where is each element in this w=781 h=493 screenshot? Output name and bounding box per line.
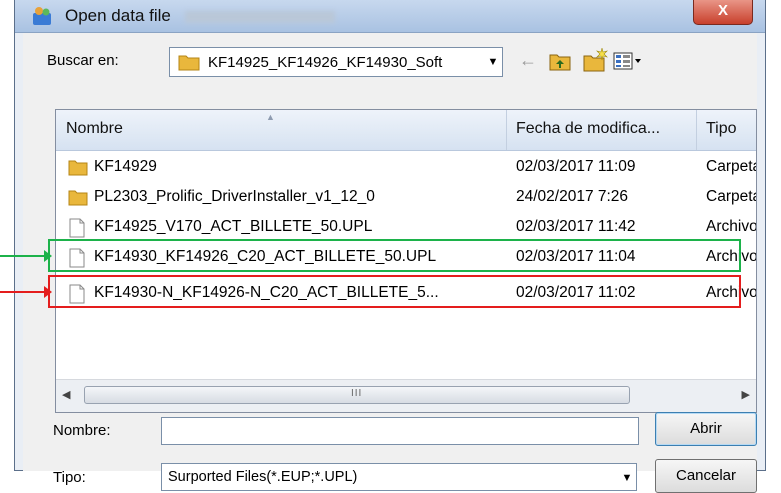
open-file-dialog: Open data file X Buscar en: KF14925_KF14… [14, 0, 766, 493]
green-arrow-icon [0, 250, 52, 262]
lookin-dropdown[interactable]: KF14925_KF14926_KF14930_Soft ▼ [169, 47, 503, 77]
scroll-right-icon[interactable]: ▶ [742, 388, 750, 401]
filetype-dropdown[interactable]: Surported Files(*.EUP;*.UPL) ▼ [161, 463, 637, 491]
scroll-left-icon[interactable]: ◀ [62, 388, 70, 401]
sort-arrow-icon: ▲ [266, 112, 275, 122]
column-header-type[interactable]: Tipo [706, 120, 737, 138]
close-icon: X [717, 2, 728, 19]
blurred-title-suffix [184, 10, 335, 23]
scrollbar-thumb[interactable]: III [84, 386, 630, 404]
lookin-label: Buscar en: [47, 52, 119, 69]
view-menu-icon[interactable] [613, 52, 643, 70]
list-item[interactable]: PL2303_Prolific_DriverInstaller_v1_12_0 … [56, 183, 757, 213]
folder-icon [68, 160, 88, 176]
up-folder-icon[interactable] [549, 51, 571, 71]
back-arrow-icon[interactable]: ← [519, 50, 537, 71]
filename-input[interactable] [161, 417, 639, 445]
folder-icon [68, 190, 88, 206]
folder-icon [178, 55, 200, 71]
title-bar[interactable]: Open data file X [15, 0, 765, 33]
highlight-box-red [48, 275, 741, 308]
highlight-box-green [48, 239, 741, 272]
red-arrow-icon [0, 286, 52, 298]
file-type: Carpeta [706, 158, 757, 175]
column-header-name[interactable]: Nombre [66, 120, 123, 138]
open-button[interactable]: Abrir [655, 412, 757, 446]
cancel-button[interactable]: Cancelar [655, 459, 757, 493]
column-divider[interactable] [506, 110, 507, 150]
file-icon [69, 218, 85, 238]
filetype-value: Surported Files(*.EUP;*.UPL) [168, 469, 358, 485]
horizontal-scrollbar[interactable]: ◀ III ▶ [56, 379, 756, 412]
dialog-title: Open data file [65, 6, 335, 26]
file-date: 02/03/2017 11:09 [516, 158, 636, 175]
list-header: ▲ Nombre Fecha de modifica... Tipo [56, 110, 756, 151]
list-item[interactable]: KF14929 02/03/2017 11:09 Carpeta [56, 153, 757, 183]
chevron-down-icon[interactable]: ▼ [484, 48, 502, 76]
filename-label: Nombre: [53, 422, 111, 439]
chevron-down-icon[interactable]: ▼ [618, 464, 636, 490]
lookin-value: KF14925_KF14926_KF14930_Soft [208, 54, 443, 71]
filetype-label: Tipo: [53, 469, 86, 486]
file-name: KF14925_V170_ACT_BILLETE_50.UPL [94, 218, 373, 235]
column-header-date[interactable]: Fecha de modifica... [516, 120, 660, 138]
file-date: 02/03/2017 11:42 [516, 218, 636, 235]
new-folder-icon[interactable] [583, 48, 609, 72]
file-date: 24/02/2017 7:26 [516, 188, 629, 205]
column-divider[interactable] [696, 110, 697, 150]
close-button[interactable]: X [693, 0, 753, 25]
app-icon [33, 7, 51, 25]
scroll-grip: III [351, 388, 363, 399]
file-type: Archivo [706, 218, 757, 235]
file-name: PL2303_Prolific_DriverInstaller_v1_12_0 [94, 188, 375, 205]
file-type: Carpeta [706, 188, 757, 205]
file-name: KF14929 [94, 158, 157, 175]
